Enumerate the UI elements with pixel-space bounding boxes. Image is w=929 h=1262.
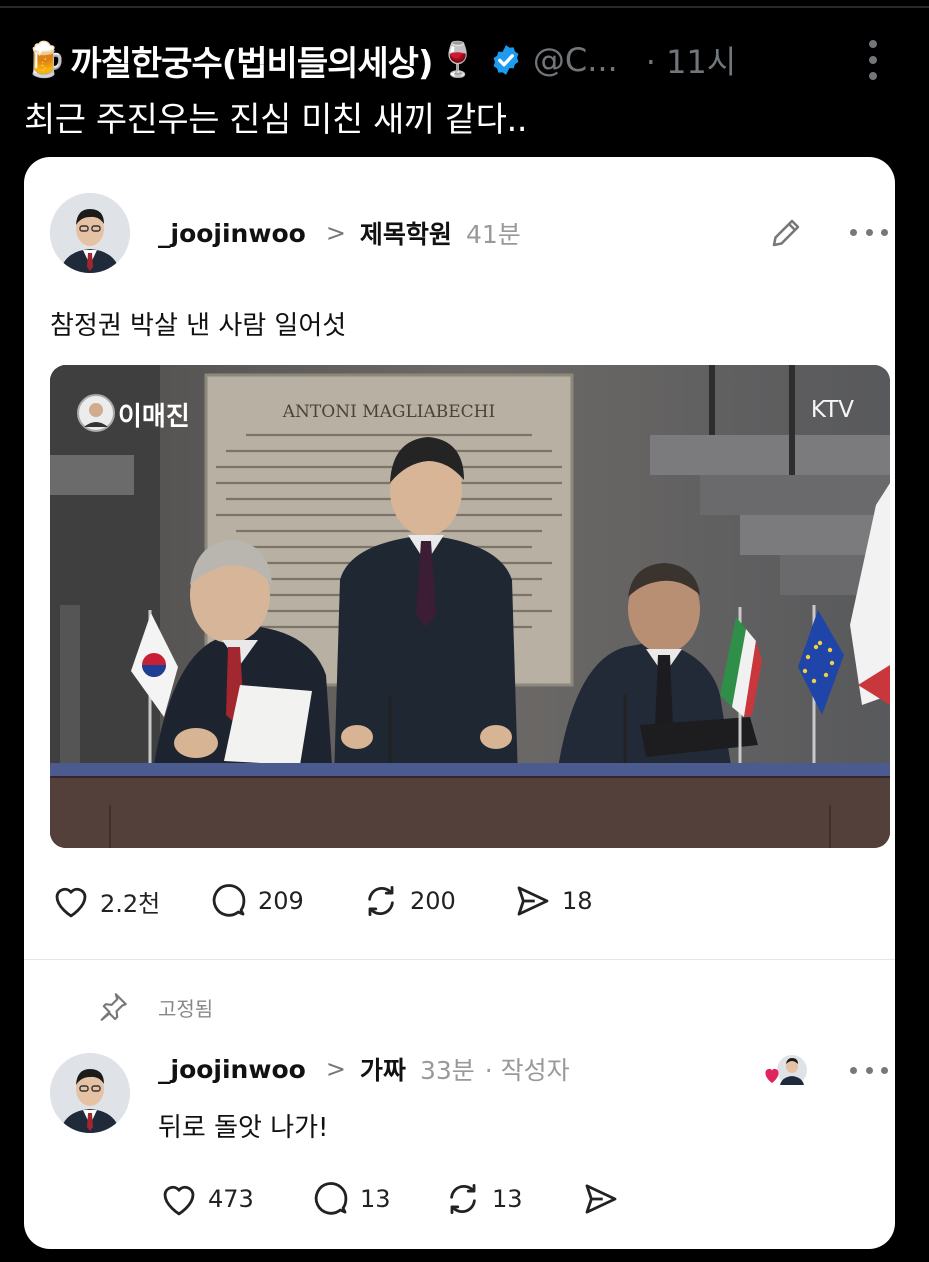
author-tag: · 작성자 <box>484 1056 570 1085</box>
post-topic[interactable]: 제목학원 <box>360 215 452 251</box>
like-button[interactable]: 2.2천 <box>50 880 208 922</box>
threads-post: _joojinwoo > 제목학원 41분 참정권 박살 낸 사람 일어섯 AN… <box>24 157 895 960</box>
plaque-title: ANTONI MAGLIABECHI <box>282 402 495 422</box>
embedded-post-card[interactable]: _joojinwoo > 제목학원 41분 참정권 박살 낸 사람 일어섯 AN… <box>24 157 895 1249</box>
beer-emoji: 🍺 <box>24 40 67 80</box>
post-actions: 2.2천 209 200 18 <box>50 879 593 923</box>
tweet-time[interactable]: · 11시 <box>646 37 737 83</box>
reply-comment-count: 13 <box>360 1185 391 1213</box>
comment-icon <box>212 884 246 917</box>
heart-icon <box>55 887 87 918</box>
pinned-label: 고정됨 <box>158 996 214 1021</box>
reply-body: 뒤로 돌앗 나가! <box>158 1113 329 1143</box>
reply-time: 33분 <box>419 1056 475 1085</box>
wine-emoji: 🍷 <box>436 40 479 80</box>
reply-share-button[interactable] <box>580 1178 630 1220</box>
tweet-text: 최근 주진우는 진심 미친 새끼 같다.. <box>24 100 528 140</box>
avatar[interactable] <box>50 193 130 273</box>
liked-by-author-indicator <box>765 1055 807 1085</box>
share-count: 18 <box>562 887 593 915</box>
post-header: _joojinwoo > 제목학원 41분 <box>158 211 521 255</box>
chevron-right-icon: > <box>325 219 346 247</box>
reply-username[interactable]: _joojinwoo <box>158 1055 306 1084</box>
top-divider <box>0 6 929 8</box>
post-image[interactable]: ANTONI MAGLIABECHI 이매진 KTV <box>50 365 890 848</box>
watermark-right: KTV <box>811 397 854 423</box>
like-count: 2.2천 <box>100 889 161 918</box>
reply-avatar[interactable] <box>50 1053 130 1133</box>
share-icon <box>585 1184 617 1214</box>
chevron-right-icon: > <box>325 1055 346 1083</box>
post-time: 41분 <box>465 220 521 249</box>
reply-repost-button[interactable]: 13 <box>442 1178 580 1220</box>
repost-icon <box>368 885 394 917</box>
pencil-icon[interactable] <box>768 215 804 251</box>
repost-button[interactable]: 200 <box>360 880 512 922</box>
more-horizontal-icon[interactable] <box>850 1067 888 1075</box>
repost-icon <box>450 1183 476 1215</box>
heart-icon <box>765 1068 779 1083</box>
reply-comment-button[interactable]: 13 <box>310 1178 442 1220</box>
reply-count: 209 <box>258 887 304 915</box>
verified-badge-icon <box>493 45 519 75</box>
reply-topic[interactable]: 가짜 <box>360 1051 406 1087</box>
share-button[interactable]: 18 <box>512 880 593 922</box>
post-username[interactable]: _joojinwoo <box>158 219 306 248</box>
tweet-header: 🍺 까칠한궁수(법비들의세상) 🍷 @C... · 11시 <box>24 36 904 84</box>
author-name[interactable]: 까칠한궁수(법비들의세상) <box>70 36 433 85</box>
pin-icon <box>100 993 127 1021</box>
comment-icon <box>314 1182 348 1215</box>
divider <box>24 959 895 960</box>
reply-actions: 473 13 13 <box>158 1177 630 1221</box>
reply-repost-count: 13 <box>492 1185 523 1213</box>
reply-like-button[interactable]: 473 <box>158 1178 310 1220</box>
reply-like-count: 473 <box>208 1185 254 1213</box>
author-handle[interactable]: @C... <box>533 41 618 79</box>
share-icon <box>517 886 549 916</box>
more-horizontal-icon[interactable] <box>850 229 888 237</box>
pinned-indicator: 고정됨 <box>96 989 213 1025</box>
watermark-left: 이매진 <box>118 402 190 432</box>
reply-header: _joojinwoo > 가짜 33분 · 작성자 <box>158 1047 570 1091</box>
post-body: 참정권 박살 낸 사람 일어섯 <box>50 311 347 341</box>
repost-count: 200 <box>410 887 456 915</box>
heart-icon <box>163 1185 195 1216</box>
more-vertical-icon[interactable] <box>868 40 878 80</box>
reply-button[interactable]: 209 <box>208 880 360 922</box>
